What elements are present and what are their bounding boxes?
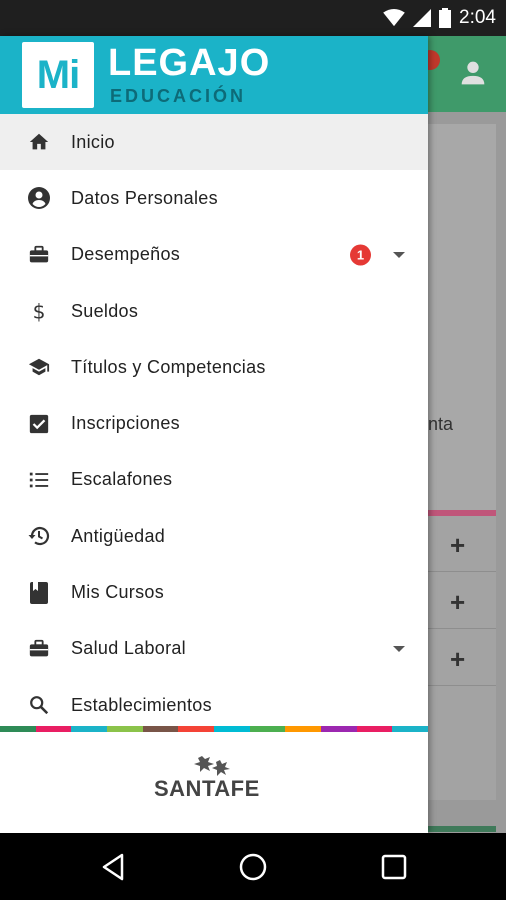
navigation-bar (0, 833, 506, 900)
menu-item-escalafones[interactable]: Escalafones (0, 452, 428, 508)
notification-badge: 1 (350, 244, 371, 266)
app-subtitle: EDUCACIÓN (110, 86, 247, 106)
logo-mark: Mi (36, 52, 80, 97)
menu-item-inicio[interactable]: Inicio (0, 114, 428, 171)
menu-item-desempenos[interactable]: Desempeños 1 (0, 227, 428, 283)
menu-item-inscripciones[interactable]: Inscripciones (0, 395, 428, 451)
status-icons: 2:04 (383, 0, 496, 36)
menu-item-label: Inscripciones (71, 413, 180, 434)
dollar-icon: $ (27, 299, 51, 323)
status-bar: 2:04 (0, 0, 506, 36)
menu-item-antiguedad[interactable]: Antigüedad (0, 508, 428, 564)
briefcase-icon (27, 637, 51, 661)
menu-item-label: Antigüedad (71, 525, 166, 546)
status-time: 2:04 (459, 7, 496, 28)
briefcase-icon (27, 243, 51, 267)
color-strip (0, 726, 429, 732)
menu-item-mis-cursos[interactable]: Mis Cursos (0, 564, 428, 620)
home-icon (27, 130, 51, 154)
back-icon[interactable] (98, 851, 130, 883)
background-row: + (428, 516, 496, 572)
menu-item-datos-personales[interactable]: Datos Personales (0, 170, 428, 226)
plus-icon: + (450, 644, 466, 674)
menu-item-salud-laboral[interactable]: Salud Laboral (0, 621, 428, 677)
color-strip-segment (71, 726, 108, 732)
user-icon (461, 61, 485, 85)
chevron-down-icon[interactable] (393, 645, 405, 652)
wifi-icon (383, 9, 405, 27)
background-partial-text: nta (428, 414, 454, 434)
menu-item-label: Escalafones (71, 469, 173, 490)
background-green-strip (428, 826, 496, 832)
color-strip-segment (392, 726, 429, 732)
menu-item-label: Mis Cursos (71, 582, 165, 603)
background-card (428, 124, 496, 524)
recents-icon[interactable] (378, 851, 410, 883)
app-title: LEGAJO (108, 42, 271, 84)
home-button-icon[interactable] (237, 851, 269, 883)
svg-text:$: $ (33, 299, 46, 323)
account-circle-icon (27, 186, 51, 210)
book-icon (27, 581, 51, 605)
signal-icon (413, 9, 432, 27)
menu-item-establecimientos[interactable]: Establecimientos (0, 677, 428, 733)
checkbox-icon (27, 412, 51, 436)
color-strip-segment (35, 726, 72, 732)
footer-logo-text: SANTAFE (154, 776, 260, 801)
background-row: + (428, 630, 496, 686)
menu-item-label: Títulos y Competencias (71, 356, 266, 377)
color-strip-segment (178, 726, 215, 732)
menu-item-label: Inicio (71, 131, 115, 152)
background-row: + (428, 573, 496, 629)
color-strip-segment (0, 726, 36, 732)
history-icon (27, 524, 51, 548)
color-strip-segment (356, 726, 393, 732)
menu-item-label: Desempeños (71, 244, 181, 265)
color-strip-segment (214, 726, 250, 732)
menu-item-label: Datos Personales (71, 187, 218, 208)
menu-item-label: Establecimientos (71, 694, 212, 715)
school-icon (27, 355, 51, 379)
plus-icon: + (450, 587, 466, 617)
list-icon (27, 468, 51, 492)
drawer-header: Mi LEGAJO EDUCACIÓN (0, 36, 428, 114)
color-strip-segment (285, 726, 322, 732)
app-logo: Mi (22, 42, 94, 108)
color-strip-segment (142, 726, 179, 732)
chevron-down-icon[interactable] (393, 251, 405, 258)
navigation-drawer: Mi LEGAJO EDUCACIÓN Inicio Datos Persona… (0, 36, 429, 833)
menu-item-label: Sueldos (71, 300, 139, 321)
battery-icon (439, 8, 452, 28)
search-icon (27, 693, 51, 717)
drawer-menu: Inicio Datos Personales Desempeños 1 $ S… (0, 114, 428, 733)
color-strip-segment (107, 726, 143, 732)
plus-icon: + (450, 530, 466, 560)
menu-item-titulos[interactable]: Títulos y Competencias (0, 339, 428, 395)
color-strip-segment (249, 726, 286, 732)
color-strip-segment (321, 726, 357, 732)
menu-item-label: Salud Laboral (71, 638, 186, 659)
menu-item-sueldos[interactable]: $ Sueldos (0, 283, 428, 339)
